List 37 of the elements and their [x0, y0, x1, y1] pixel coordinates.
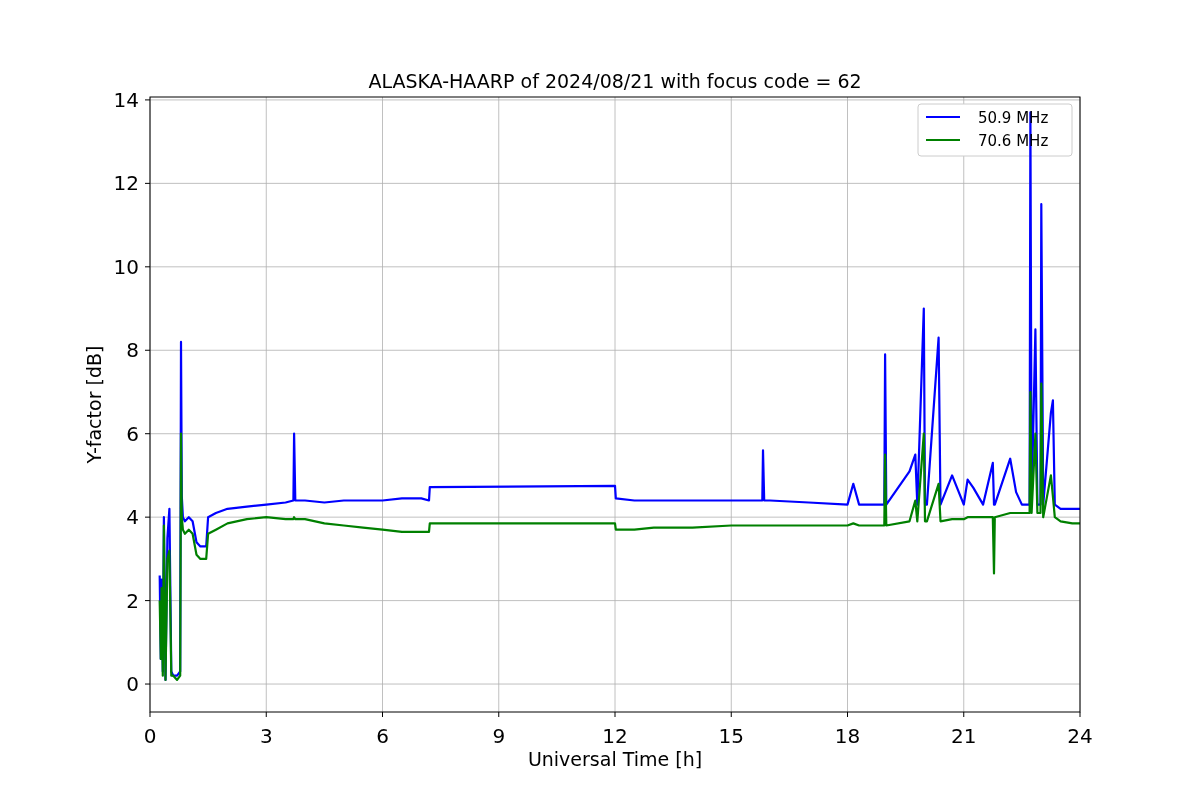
tick-mark: [847, 711, 848, 718]
tick-label: 3: [259, 724, 273, 748]
tick-label: 24: [1067, 724, 1093, 748]
tick-mark: [144, 683, 151, 685]
tick-mark: [144, 266, 151, 268]
y-axis-label: Y-factor [dB]: [83, 345, 105, 464]
tick-mark: [730, 711, 732, 718]
tick-label: 12: [113, 171, 139, 196]
x-axis-label: Universal Time [h]: [527, 748, 703, 770]
tick-label: 2: [126, 588, 139, 613]
tick-mark: [1079, 711, 1081, 718]
tick-label: 10: [113, 254, 139, 279]
tick-label: 0: [126, 672, 139, 697]
tick-label: 4: [126, 505, 139, 530]
tick-mark: [144, 182, 151, 184]
tick-label: 14: [113, 87, 139, 112]
chart-title: ALASKA-HAARP of 2024/08/21 with focus code = 62: [368, 70, 862, 92]
tick-label: 18: [834, 724, 861, 748]
tick-mark: [144, 433, 151, 435]
tick-label: 6: [376, 724, 389, 748]
tick-mark: [614, 711, 616, 718]
tick-label: 6: [126, 421, 139, 446]
tick-mark: [144, 600, 151, 602]
tick-mark: [149, 711, 151, 718]
tick-label: 0: [143, 724, 157, 748]
tick-mark: [144, 99, 151, 101]
tick-mark: [382, 711, 383, 718]
tick-mark: [144, 349, 151, 351]
tick-label: 15: [718, 724, 744, 748]
tick-mark: [963, 711, 965, 718]
tick-label: 21: [951, 724, 977, 748]
tick-label: 12: [602, 724, 628, 748]
tick-mark: [498, 711, 500, 718]
tick-label: 8: [126, 338, 139, 363]
tick-mark: [144, 516, 151, 518]
tick-label: 9: [492, 724, 506, 748]
tick-mark: [265, 711, 267, 718]
